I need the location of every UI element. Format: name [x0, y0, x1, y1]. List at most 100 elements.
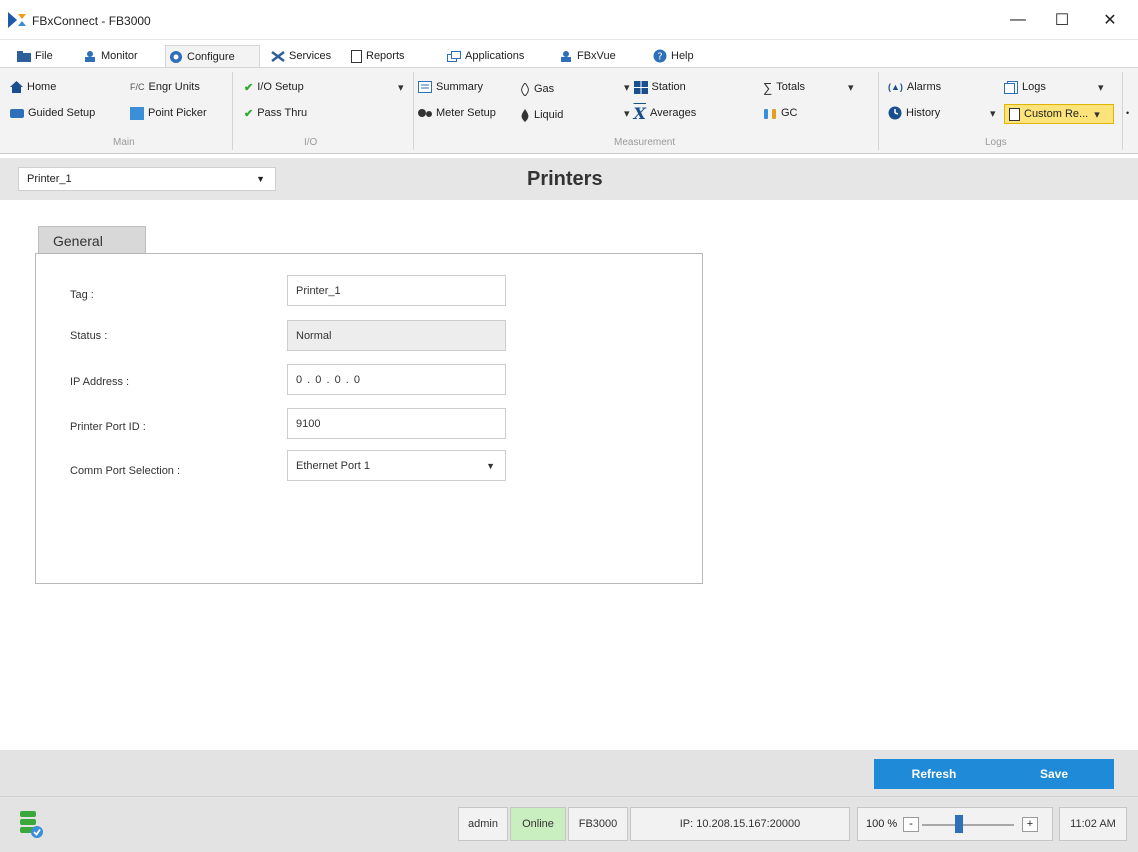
tab-reports[interactable]: Reports: [348, 45, 408, 67]
meter-setup-label: Meter Setup: [436, 107, 496, 119]
history-button[interactable]: History: [888, 104, 940, 122]
menu-bar: File Monitor Configure Services Reports …: [0, 45, 1138, 67]
home-label: Home: [27, 81, 57, 93]
averages-button[interactable]: ▾ X Averages: [624, 104, 696, 123]
guided-setup-button[interactable]: Guided Setup: [10, 104, 95, 122]
totals-button[interactable]: ∑ Totals: [763, 78, 805, 96]
history-dropdown[interactable]: ▾: [990, 104, 996, 122]
gas-label: Gas: [534, 83, 555, 95]
ribbon-group-main: Main: [113, 137, 135, 148]
app-logo-icon: [8, 12, 26, 28]
logs-button[interactable]: Logs: [1004, 78, 1046, 96]
ribbon: Home F/C Engr Units Guided Setup Point P…: [0, 67, 1138, 154]
database-status-icon: [20, 811, 43, 838]
status-label: Status :: [70, 330, 108, 342]
ip-address-input[interactable]: 0 . 0 . 0 . 0: [287, 364, 506, 395]
zoom-slider-track[interactable]: [922, 824, 1014, 826]
device-status: FB3000: [568, 807, 628, 841]
logs-dropdown[interactable]: ▾: [1098, 78, 1104, 96]
ribbon-separator: [413, 72, 414, 150]
folder-icon: [17, 50, 31, 62]
tab-help[interactable]: ? Help: [650, 45, 697, 67]
refresh-button[interactable]: Refresh: [874, 759, 994, 789]
ribbon-group-io: I/O: [304, 137, 318, 148]
tab-fbxvue[interactable]: FBxVue: [556, 45, 619, 67]
alarm-icon: (▲): [888, 82, 903, 92]
zoom-slider-thumb[interactable]: [954, 815, 963, 833]
io-setup-dropdown[interactable]: ▾: [398, 78, 404, 96]
alarms-label: Alarms: [906, 81, 942, 93]
gear-icon: [170, 50, 182, 63]
check-icon: ✔: [244, 81, 254, 94]
action-bar: Refresh Save: [0, 750, 1138, 796]
zoom-in-button[interactable]: +: [1022, 817, 1038, 832]
station-dropdown-icon: ▾: [624, 81, 630, 94]
station-icon: [633, 80, 648, 94]
check-icon: ✔: [244, 107, 254, 120]
tab-monitor[interactable]: Monitor: [80, 45, 141, 67]
save-button[interactable]: Save: [994, 759, 1114, 789]
alarms-button[interactable]: (▲) Alarms: [888, 78, 941, 96]
zoom-out-button[interactable]: -: [903, 817, 919, 832]
tab-services[interactable]: Services: [268, 45, 334, 67]
printer-selector-value: Printer_1: [27, 173, 72, 185]
gc-button[interactable]: GC: [763, 104, 798, 122]
gc-icon: [764, 109, 776, 119]
ribbon-separator: [232, 72, 233, 150]
page-title: Printers: [527, 168, 603, 190]
station-button[interactable]: ▾ Station: [624, 78, 686, 96]
chevron-down-icon: ▼: [486, 460, 495, 471]
tab-applications-label: Applications: [465, 50, 525, 62]
tab-fbxvue-label: FBxVue: [577, 50, 616, 62]
ribbon-separator: [1122, 72, 1123, 150]
comm-port-label: Comm Port Selection :: [70, 465, 181, 477]
tag-label: Tag :: [70, 289, 94, 301]
maximize-button[interactable]: ☐: [1040, 6, 1084, 34]
tab-configure-label: Configure: [187, 50, 235, 63]
ip-address-label: IP Address :: [70, 376, 130, 388]
tab-applications[interactable]: Applications: [444, 45, 527, 67]
windows-icon: [447, 50, 461, 62]
custom-reports-button[interactable]: Custom Re... ▾: [1004, 104, 1114, 124]
user-icon: [561, 50, 571, 62]
close-button[interactable]: ✕: [1088, 6, 1132, 34]
tab-file[interactable]: File: [14, 45, 56, 67]
totals-dropdown[interactable]: ▾: [848, 78, 854, 96]
meter-setup-button[interactable]: Meter Setup: [418, 104, 496, 122]
tab-services-label: Services: [289, 50, 332, 62]
engr-units-button[interactable]: F/C Engr Units: [130, 78, 200, 96]
guided-setup-label: Guided Setup: [28, 107, 96, 119]
chevron-down-icon: ▼: [256, 174, 265, 184]
printer-port-input[interactable]: 9100: [287, 408, 506, 439]
zoom-control: 100 % - +: [857, 807, 1053, 841]
printer-selector[interactable]: Printer_1 ▼: [18, 167, 276, 191]
engr-units-icon: F/C: [130, 82, 145, 92]
summary-label: Summary: [436, 81, 484, 93]
ribbon-overflow-icon[interactable]: •: [1126, 104, 1129, 122]
comm-port-value: Ethernet Port 1: [296, 459, 370, 472]
home-icon: [10, 81, 23, 93]
tab-general[interactable]: General: [38, 226, 146, 254]
averages-dropdown-icon: ▾: [624, 107, 630, 120]
clock: 11:02 AM: [1059, 807, 1127, 841]
io-setup-button[interactable]: ✔ I/O Setup: [244, 78, 304, 96]
sigma-icon: ∑: [763, 79, 773, 95]
ribbon-group-logs: Logs: [985, 137, 1007, 148]
document-icon: [1009, 107, 1020, 121]
logs-label: Logs: [1022, 81, 1046, 93]
tag-input[interactable]: Printer_1: [287, 275, 506, 306]
summary-button[interactable]: Summary: [418, 78, 483, 96]
point-picker-button[interactable]: Point Picker: [130, 104, 207, 122]
pass-thru-button[interactable]: ✔ Pass Thru: [244, 104, 307, 122]
home-button[interactable]: Home: [10, 78, 56, 96]
status-bar: admin Online FB3000 IP: 10.208.15.167:20…: [0, 796, 1138, 852]
minimize-button[interactable]: —: [996, 6, 1040, 34]
summary-icon: [418, 81, 432, 93]
gas-button[interactable]: Gas: [520, 80, 554, 98]
zoom-level: 100 %: [866, 818, 898, 830]
general-panel: Tag : Printer_1 Status : Normal IP Addre…: [35, 253, 703, 584]
tab-configure[interactable]: Configure: [165, 45, 260, 67]
liquid-button[interactable]: Liquid: [520, 106, 563, 124]
user-status: admin: [458, 807, 508, 841]
comm-port-select[interactable]: Ethernet Port 1 ▼: [287, 450, 506, 481]
